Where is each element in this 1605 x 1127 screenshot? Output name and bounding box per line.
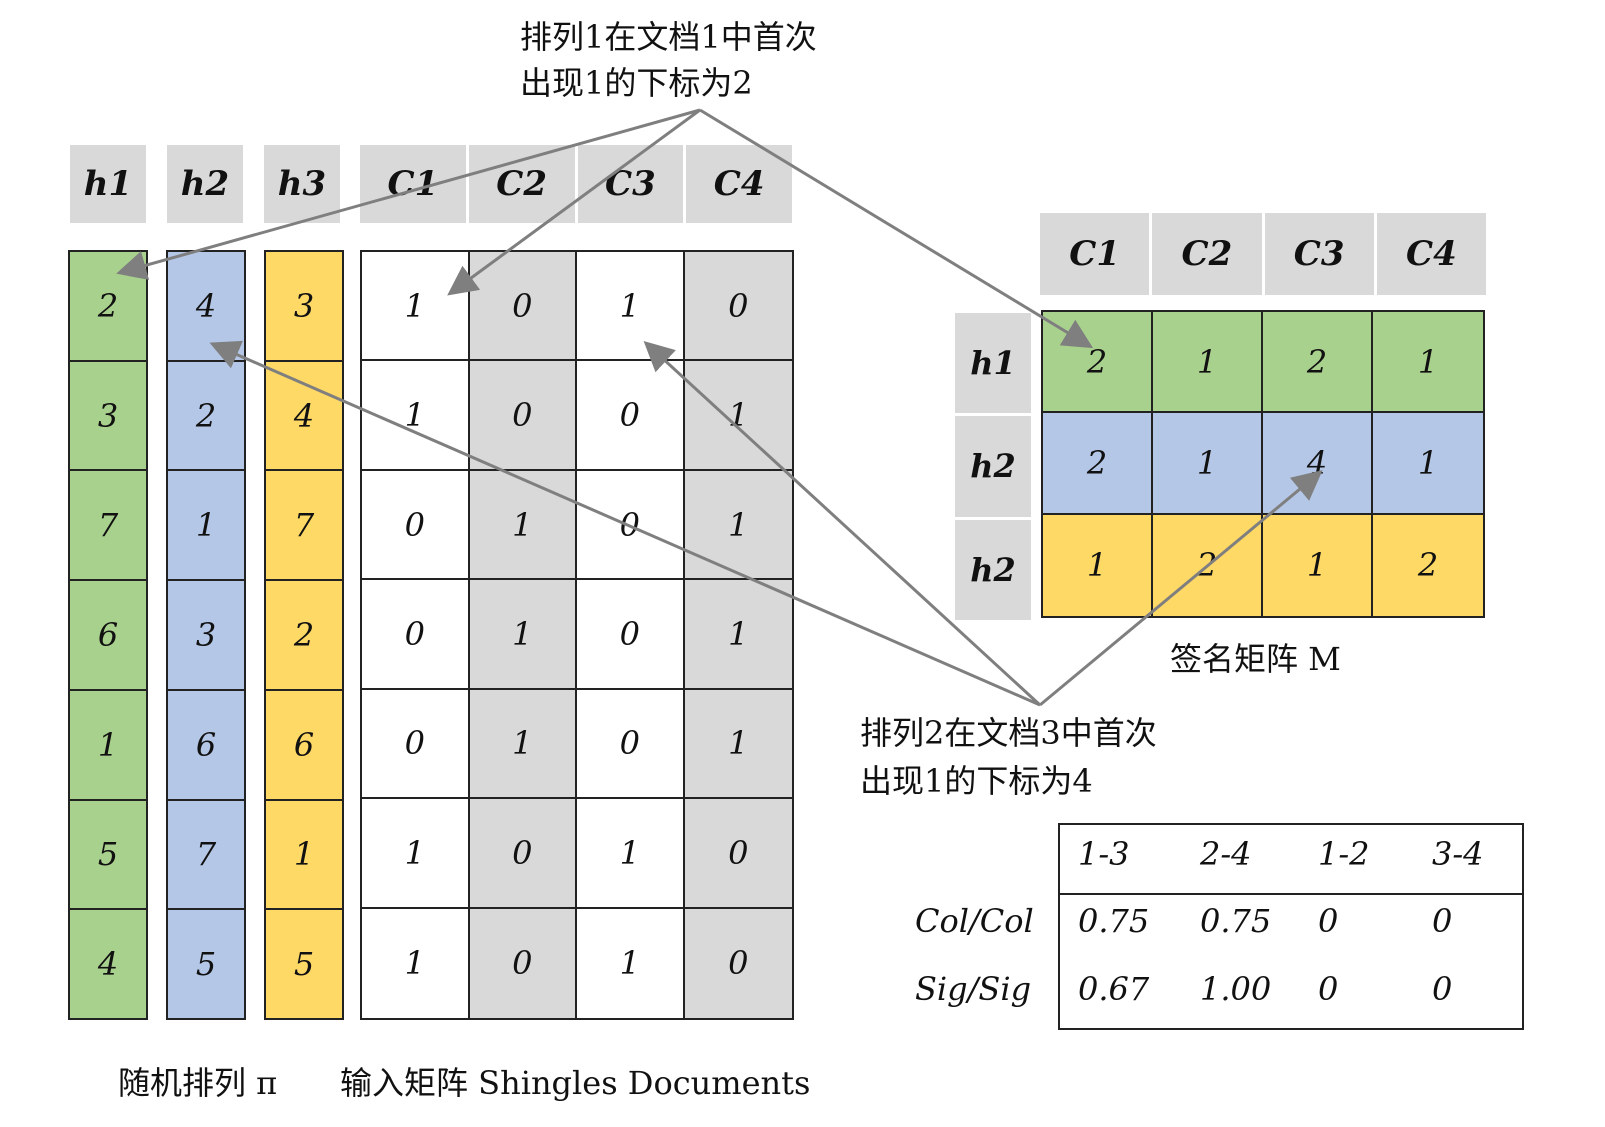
arrows-overlay (116, 108, 1323, 707)
arrow-mid-to-sig-h2c3 (1039, 470, 1323, 707)
arrow-top-to-sig-h1c1 (699, 108, 1094, 349)
arrow-mid-to-h2-first (209, 340, 1041, 707)
arrow-top-to-h1-first (116, 108, 701, 280)
arrow-top-to-c1-first (447, 108, 701, 296)
arrow-mid-to-c3-first (643, 340, 1042, 707)
